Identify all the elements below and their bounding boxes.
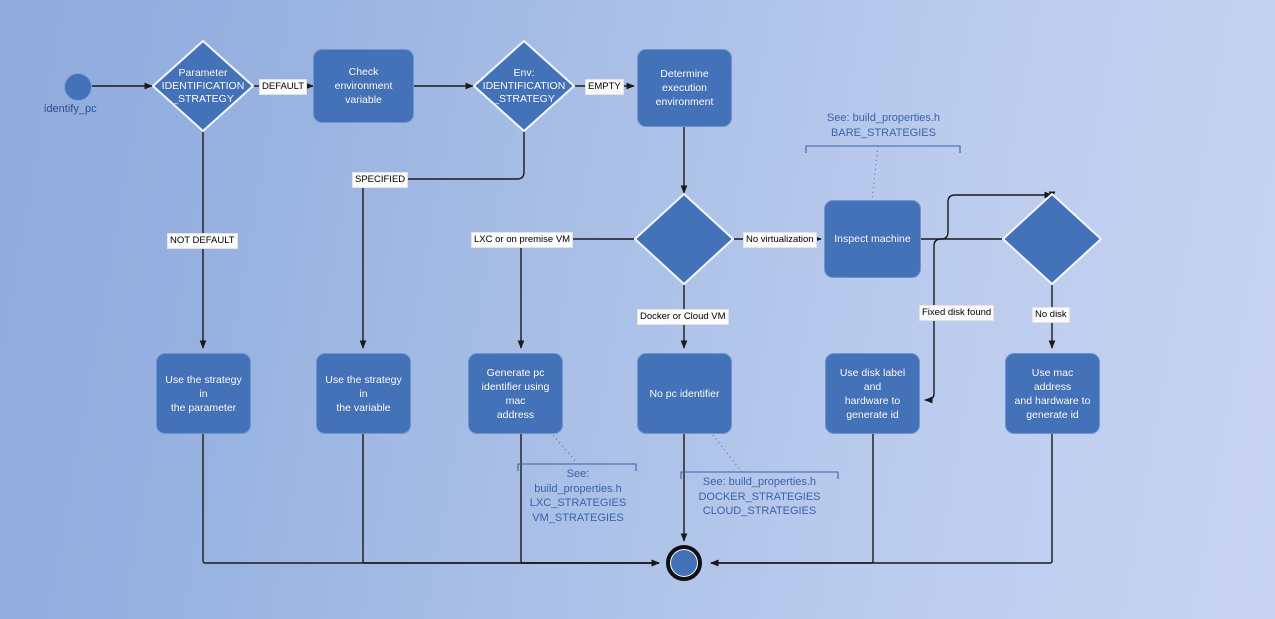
edge-label-specified: SPECIFIED xyxy=(352,172,409,188)
edge-label-lxc-or-on-premise-vm: LXC or on premise VM xyxy=(471,232,574,248)
node-label: Determine execution environment xyxy=(655,68,714,108)
process-use-the-strategy-in-the-parameter[interactable]: Use the strategy in the parameter xyxy=(156,353,251,434)
decision-disk[interactable] xyxy=(1002,193,1102,285)
start-node[interactable] xyxy=(64,73,92,101)
note-leader-docker xyxy=(711,433,743,473)
decision-virtualization[interactable] xyxy=(634,193,734,285)
note-bare-strategies: See: build_properties.h BARE_STRATEGIES xyxy=(826,112,941,139)
node-label: Use mac address and hardware to generate… xyxy=(1014,366,1091,421)
note-bracket-bare xyxy=(805,145,961,153)
node-label: Check environment variable xyxy=(334,66,393,106)
process-use-the-strategy-in-the-variable[interactable]: Use the strategy in the variable xyxy=(316,353,411,434)
node-label: Use the strategy in the parameter xyxy=(165,373,242,414)
process-check-environment-variable[interactable]: Check environment variable xyxy=(313,49,414,123)
end-node[interactable] xyxy=(666,545,702,581)
note-lxc-vm-strategies: See: build_properties.h LXC_STRATEGIES V… xyxy=(529,468,627,524)
decision-parameter-identification-strategy[interactable]: Parameter IDENTIFICATION _STRATEGY xyxy=(152,40,254,132)
edge-label-docker-or-cloud-vm: Docker or Cloud VM xyxy=(637,309,729,325)
diamond-shape xyxy=(634,193,734,285)
decision-label: Env: IDENTIFICATION _STRATEGY xyxy=(482,66,566,105)
edge-label-no-disk: No disk xyxy=(1032,307,1070,323)
diamond-shape xyxy=(1002,193,1102,285)
edge-label-empty: EMPTY xyxy=(585,79,624,95)
decision-label: Parameter IDENTIFICATION _STRATEGY xyxy=(161,66,245,105)
node-label: Use disk label and hardware to generate … xyxy=(839,366,906,421)
process-determine-execution-environment[interactable]: Determine execution environment xyxy=(637,49,732,127)
flowchart-canvas: identify_pc Parameter IDENTIFICATION _ST… xyxy=(0,0,1275,619)
start-node-label: identify_pc xyxy=(44,103,97,115)
edge-virt-lxc xyxy=(517,238,634,349)
process-use-disk-label-and-hardware-to-generate-id[interactable]: Use disk label and hardware to generate … xyxy=(825,353,920,434)
process-no-pc-identifier[interactable]: No pc identifier xyxy=(637,353,732,434)
process-use-mac-address-and-hardware-to-generate-id[interactable]: Use mac address and hardware to generate… xyxy=(1005,353,1100,434)
note-docker-cloud-strategies: See: build_properties.h DOCKER_STRATEGIE… xyxy=(698,476,821,517)
node-label: No pc identifier xyxy=(649,387,720,400)
note-leader-lxc xyxy=(551,433,579,465)
node-label: Generate pc identifier using mac address xyxy=(481,366,550,421)
process-generate-pc-identifier-using-mac-address[interactable]: Generate pc identifier using mac address xyxy=(468,353,563,434)
decision-env-identification-strategy[interactable]: Env: IDENTIFICATION _STRATEGY xyxy=(473,40,575,132)
node-label: Use the strategy in the variable xyxy=(325,373,402,414)
edge-label-not-default: NOT DEFAULT xyxy=(167,233,238,249)
process-inspect-machine[interactable]: Inspect machine xyxy=(824,200,921,278)
edge-label-default: DEFAULT xyxy=(259,79,308,95)
node-label: Inspect machine xyxy=(834,233,911,245)
edge-label-no-virtualization: No virtualization xyxy=(743,232,817,248)
note-leader-bare xyxy=(871,145,879,201)
edge-label-fixed-disk-found: Fixed disk found xyxy=(919,305,995,321)
